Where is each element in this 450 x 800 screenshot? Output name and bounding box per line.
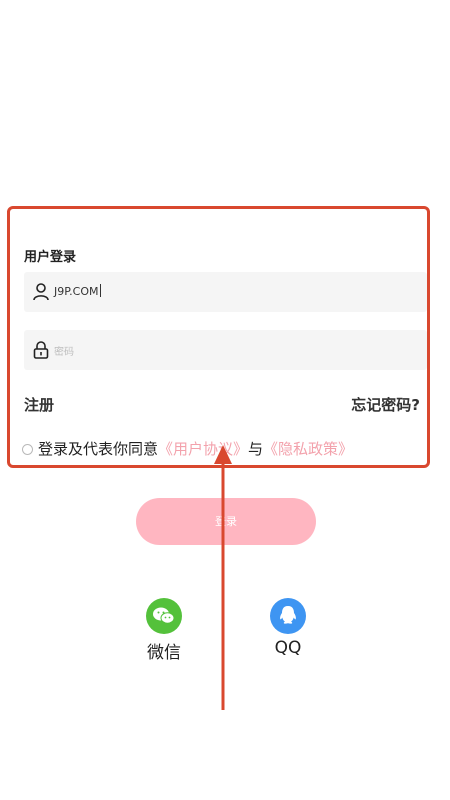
wechat-label: 微信 xyxy=(147,643,181,663)
qq-label: QQ xyxy=(274,638,302,658)
qq-icon[interactable] xyxy=(270,598,306,634)
user-agreement-link[interactable]: 《用户协议》 xyxy=(158,440,248,458)
password-field[interactable]: 密码 xyxy=(24,330,427,370)
login-button[interactable]: 登录 xyxy=(136,498,316,545)
agreement-checkbox[interactable] xyxy=(22,444,33,455)
qq-login[interactable]: QQ xyxy=(258,598,318,658)
agreement-text: 登录及代表你同意 xyxy=(38,440,159,458)
wechat-login[interactable]: 微信 xyxy=(134,598,194,663)
username-input[interactable]: J9P.COM xyxy=(54,284,101,298)
wechat-icon[interactable] xyxy=(146,598,182,634)
privacy-policy-link[interactable]: 《隐私政策》 xyxy=(263,440,353,458)
user-icon xyxy=(33,283,49,301)
login-title: 用户登录 xyxy=(24,250,77,265)
register-link[interactable]: 注册 xyxy=(24,394,54,415)
and-text: 与 xyxy=(248,440,264,458)
agreement-row: 登录及代表你同意《用户协议》与《隐私政策》 xyxy=(22,438,353,459)
username-field[interactable]: J9P.COM xyxy=(24,272,427,312)
text-caret xyxy=(99,284,101,297)
lock-icon xyxy=(33,341,49,359)
forgot-password-link[interactable]: 忘记密码? xyxy=(351,394,420,415)
username-value: J9P.COM xyxy=(54,285,99,298)
password-input[interactable]: 密码 xyxy=(54,343,74,358)
